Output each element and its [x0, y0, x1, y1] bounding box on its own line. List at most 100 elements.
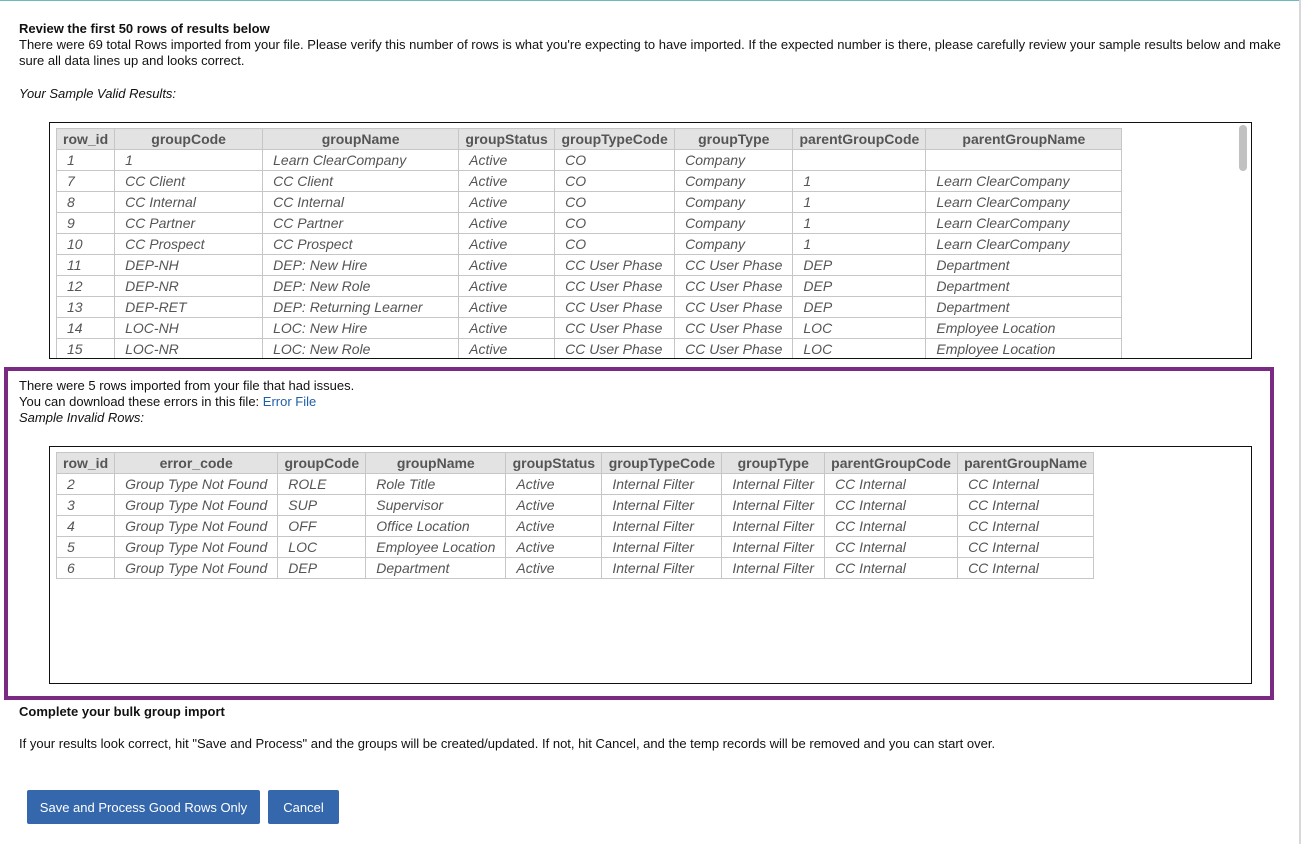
table-cell-groupCode: CC Internal: [114, 191, 264, 213]
column-header-groupName: groupName: [365, 452, 507, 474]
table-cell-row_id: 14: [55, 317, 116, 339]
table-cell-groupType: CC User Phase: [674, 254, 794, 276]
valid-results-panel[interactable]: row_id groupCode groupName groupStatus group…: [49, 122, 1252, 359]
table-cell-parentGroupCode: CC Internal: [824, 536, 959, 558]
table-cell-groupName: Employee Location: [365, 536, 507, 558]
table-cell-error_code: Group Type Not Found: [114, 536, 279, 558]
table-cell-parentGroupName: Department: [925, 275, 1123, 297]
valid-table-body: 1 1 Learn ClearCompany Active CO Company 7 CC C…: [55, 149, 1123, 358]
table-cell-groupName: DEP: New Hire: [262, 254, 460, 276]
table-cell-groupCode: LOC-NH: [114, 317, 264, 339]
table-cell-groupType: Internal Filter: [721, 536, 826, 558]
table-cell-groupName: CC Prospect: [262, 233, 460, 255]
table-cell-parentGroupCode: DEP: [792, 275, 927, 297]
table-row: 6 Group Type Not Found DEP Department Active…: [55, 557, 1095, 579]
table-cell-parentGroupCode: 1: [792, 233, 927, 255]
table-cell-groupTypeCode: CC User Phase: [554, 275, 676, 297]
table-cell-groupStatus: Active: [458, 296, 556, 318]
review-description: There were 69 total Rows imported from y…: [19, 37, 1281, 68]
table-cell-groupCode: LOC-NR: [114, 338, 264, 358]
column-header-parentGroupName: parentGroupName: [925, 128, 1123, 150]
table-row: 11 DEP-NH DEP: New Hire Active CC User Phase…: [55, 254, 1123, 276]
table-cell-parentGroupCode: LOC: [792, 317, 927, 339]
table-cell-row_id: 3: [55, 494, 116, 516]
column-header-groupStatus: groupStatus: [505, 452, 603, 474]
table-cell-groupStatus: Active: [505, 473, 603, 495]
table-cell-groupTypeCode: CC User Phase: [554, 254, 676, 276]
column-header-row_id: row_id: [55, 452, 116, 474]
table-cell-groupType: Internal Filter: [721, 494, 826, 516]
table-cell-row_id: 2: [55, 473, 116, 495]
issues-download-line: You can download these errors in this fi…: [19, 394, 354, 410]
table-row: 15 LOC-NR LOC: New Role Active CC User Phase…: [55, 338, 1123, 358]
review-heading: Review the first 50 rows of results belo…: [19, 21, 270, 36]
column-header-row_id: row_id: [55, 128, 116, 150]
valid-table-header-row: row_id groupCode groupName groupStatus group…: [55, 128, 1123, 150]
table-cell-parentGroupCode: DEP: [792, 296, 927, 318]
table-cell-parentGroupName: Department: [925, 296, 1123, 318]
table-cell-groupTypeCode: Internal Filter: [601, 494, 723, 516]
table-cell-row_id: 6: [55, 557, 116, 579]
invalid-table-body: 2 Group Type Not Found ROLE Role Title Activ…: [55, 473, 1095, 579]
column-header-parentGroupCode: parentGroupCode: [792, 128, 927, 150]
table-cell-groupTypeCode: Internal Filter: [601, 536, 723, 558]
valid-results-table: row_id groupCode groupName groupStatus group…: [55, 128, 1123, 358]
cancel-button[interactable]: Cancel: [268, 790, 339, 824]
table-cell-parentGroupName: Employee Location: [925, 317, 1123, 339]
column-header-groupCode: groupCode: [277, 452, 367, 474]
table-cell-groupStatus: Active: [505, 557, 603, 579]
table-cell-parentGroupName: Department: [925, 254, 1123, 276]
invalid-rows-panel[interactable]: row_id error_code groupCode groupName groupS…: [49, 446, 1252, 684]
table-cell-row_id: 8: [55, 191, 116, 213]
table-cell-parentGroupCode: CC Internal: [824, 473, 959, 495]
table-cell-groupName: LOC: New Hire: [262, 317, 460, 339]
table-cell-row_id: 4: [55, 515, 116, 537]
table-cell-groupCode: DEP-NR: [114, 275, 264, 297]
table-cell-groupName: DEP: Returning Learner: [262, 296, 460, 318]
table-cell-row_id: 15: [55, 338, 116, 358]
table-cell-groupTypeCode: CC User Phase: [554, 338, 676, 358]
table-cell-groupStatus: Active: [458, 149, 556, 171]
table-cell-parentGroupCode: 1: [792, 170, 927, 192]
invalid-rows-table: row_id error_code groupCode groupName groupS…: [55, 452, 1095, 579]
save-and-process-button[interactable]: Save and Process Good Rows Only: [27, 790, 260, 824]
intro-section: Review the first 50 rows of results belo…: [19, 21, 1281, 69]
table-cell-groupStatus: Active: [458, 254, 556, 276]
table-cell-error_code: Group Type Not Found: [114, 473, 279, 495]
table-row: 8 CC Internal CC Internal Active CO Company 1 L…: [55, 191, 1123, 213]
table-cell-row_id: 13: [55, 296, 116, 318]
table-row: 5 Group Type Not Found LOC Employee Locatio…: [55, 536, 1095, 558]
column-header-groupTypeCode: groupTypeCode: [554, 128, 676, 150]
table-cell-groupType: Company: [674, 170, 794, 192]
table-cell-groupName: CC Client: [262, 170, 460, 192]
issues-download-text: You can download these errors in this fi…: [19, 394, 263, 409]
table-cell-groupName: Office Location: [365, 515, 507, 537]
table-cell-groupStatus: Active: [458, 275, 556, 297]
scrollbar-thumb[interactable]: [1239, 125, 1247, 171]
issues-count-text: There were 5 rows imported from your fil…: [19, 378, 355, 393]
table-cell-groupName: CC Internal: [262, 191, 460, 213]
column-header-parentGroupCode: parentGroupCode: [824, 452, 959, 474]
table-cell-groupType: CC User Phase: [674, 317, 794, 339]
table-cell-parentGroupName: Employee Location: [925, 338, 1123, 358]
table-cell-groupCode: OFF: [277, 515, 367, 537]
table-row: 1 1 Learn ClearCompany Active CO Company: [55, 149, 1123, 171]
table-cell-groupCode: DEP-RET: [114, 296, 264, 318]
table-cell-groupTypeCode: CC User Phase: [554, 296, 676, 318]
table-cell-groupTypeCode: CO: [554, 233, 676, 255]
table-cell-groupTypeCode: CO: [554, 212, 676, 234]
table-cell-groupStatus: Active: [458, 317, 556, 339]
table-row: 9 CC Partner CC Partner Active CO Company 1 Lea…: [55, 212, 1123, 234]
invalid-rows-label: Sample Invalid Rows:: [19, 410, 144, 425]
table-row: 12 DEP-NR DEP: New Role Active CC User Phase…: [55, 275, 1123, 297]
top-divider: [0, 0, 1301, 1]
table-row: 3 Group Type Not Found SUP Supervisor Active…: [55, 494, 1095, 516]
table-cell-groupName: DEP: New Role: [262, 275, 460, 297]
valid-results-scrollbar[interactable]: [1239, 125, 1247, 355]
table-cell-groupStatus: Active: [458, 212, 556, 234]
table-cell-row_id: 12: [55, 275, 116, 297]
error-file-link[interactable]: Error File: [263, 394, 316, 409]
table-cell-parentGroupName: Learn ClearCompany: [925, 212, 1123, 234]
table-cell-parentGroupCode: 1: [792, 191, 927, 213]
table-cell-groupStatus: Active: [505, 494, 603, 516]
